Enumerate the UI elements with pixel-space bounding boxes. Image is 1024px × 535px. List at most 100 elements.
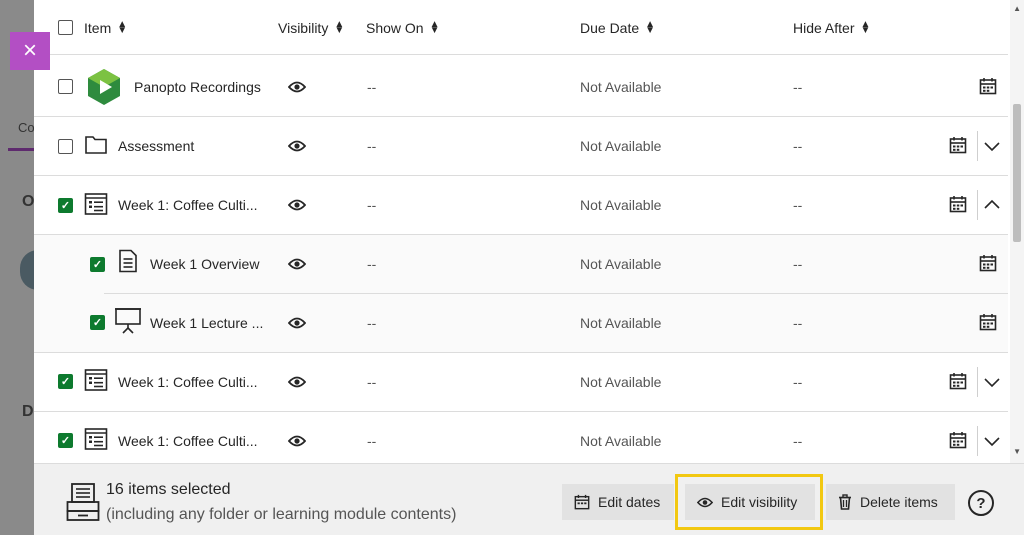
show-on-value: -- [367, 138, 377, 154]
hide-after-value: -- [793, 433, 803, 449]
due-date-value: Not Available [580, 374, 662, 390]
learning-module-icon [84, 369, 108, 391]
action-divider [977, 367, 978, 397]
show-on-value: -- [367, 374, 377, 390]
sort-icon: ▲ ▼ [645, 19, 656, 36]
row-checkbox[interactable]: ✓ [58, 374, 73, 389]
action-divider [977, 190, 978, 220]
learning-module-icon [84, 428, 108, 450]
row-checkbox[interactable]: ✓ [58, 198, 73, 213]
row-checkbox[interactable] [58, 79, 73, 94]
item-name[interactable]: Week 1 Overview [150, 256, 259, 272]
scroll-up-arrow-icon[interactable]: ▲ [1013, 4, 1021, 13]
table-header: Item ▲ ▼ Visibility ▲ ▼ Show On ▲ ▼ Due Dat… [34, 0, 1008, 55]
eye-icon[interactable] [288, 375, 306, 389]
highlight-box [675, 474, 823, 530]
selection-note: (including any folder or learning module… [106, 506, 457, 523]
calendar-icon[interactable] [949, 195, 967, 213]
due-date-value: Not Available [580, 315, 662, 331]
row-checkbox[interactable]: ✓ [58, 433, 73, 448]
content-table: Item ▲ ▼ Visibility ▲ ▼ Show On ▲ ▼ Due Dat… [34, 0, 1008, 463]
table-row: ✓ Week 1: Coffee Culti... -- Not Availab… [34, 353, 1008, 412]
column-header-due-date-label: Due Date [580, 20, 640, 36]
scrollbar-thumb[interactable] [1013, 104, 1021, 242]
eye-icon[interactable] [288, 257, 306, 271]
eye-icon[interactable] [288, 434, 306, 448]
calendar-icon[interactable] [949, 136, 967, 154]
scroll-down-arrow-icon[interactable]: ▼ [1013, 447, 1021, 456]
chevron-down-icon[interactable] [980, 370, 1004, 394]
chevron-down-icon[interactable] [980, 429, 1004, 453]
item-name[interactable]: Week 1: Coffee Culti... [118, 374, 258, 390]
table-row: Assessment -- Not Available -- [34, 117, 1008, 176]
row-checkbox[interactable]: ✓ [90, 257, 105, 272]
hide-after-value: -- [793, 197, 803, 213]
hide-after-value: -- [793, 138, 803, 154]
background-tab: Co [18, 120, 35, 135]
selected-items-icon [66, 483, 100, 521]
delete-items-button[interactable]: Delete items [826, 484, 955, 520]
column-header-hide-after-label: Hide After [793, 20, 855, 36]
close-button[interactable]: × [10, 32, 50, 70]
delete-items-label: Delete items [860, 494, 938, 510]
learning-module-icon [84, 193, 108, 215]
calendar-icon[interactable] [979, 254, 997, 272]
bulk-edit-panel: Item ▲ ▼ Visibility ▲ ▼ Show On ▲ ▼ Due Dat… [34, 0, 1024, 535]
hide-after-value: -- [793, 256, 803, 272]
sort-icon: ▲ ▼ [429, 19, 440, 36]
table-row: ✓ Week 1: Coffee Culti... -- Not Availab… [34, 176, 1008, 235]
show-on-value: -- [367, 79, 377, 95]
item-name[interactable]: Week 1: Coffee Culti... [118, 433, 258, 449]
show-on-value: -- [367, 315, 377, 331]
panopto-logo-icon [88, 69, 120, 105]
table-row: Panopto Recordings -- Not Available -- [34, 58, 1008, 117]
selection-count: 16 items selected [106, 481, 231, 498]
background-tab-underline [8, 148, 34, 151]
eye-icon[interactable] [288, 316, 306, 330]
sort-icon: ▲ ▼ [334, 19, 345, 36]
table-row-child: ✓ Week 1 Lecture ... -- Not Available -- [34, 294, 1008, 353]
due-date-value: Not Available [580, 433, 662, 449]
eye-icon[interactable] [288, 139, 306, 153]
row-checkbox[interactable]: ✓ [90, 315, 105, 330]
hide-after-value: -- [793, 79, 803, 95]
hide-after-value: -- [793, 315, 803, 331]
column-header-show-on-label: Show On [366, 20, 424, 36]
item-name[interactable]: Assessment [118, 138, 194, 154]
document-icon [119, 249, 137, 273]
trash-icon [839, 494, 851, 510]
calendar-icon[interactable] [979, 313, 997, 331]
hide-after-value: -- [793, 374, 803, 390]
sort-icon: ▲ ▼ [860, 19, 871, 36]
column-header-item[interactable]: Item ▲ ▼ [84, 19, 128, 37]
due-date-value: Not Available [580, 197, 662, 213]
select-all-checkbox[interactable] [58, 20, 73, 35]
column-header-due-date[interactable]: Due Date ▲ ▼ [580, 19, 656, 37]
due-date-value: Not Available [580, 256, 662, 272]
sort-icon: ▲ ▼ [117, 19, 128, 36]
folder-icon [85, 136, 107, 154]
calendar-icon[interactable] [979, 77, 997, 95]
item-name[interactable]: Week 1 Lecture ... [150, 315, 263, 331]
bulk-action-footer: 16 items selected (including any folder … [34, 463, 1024, 535]
item-name[interactable]: Panopto Recordings [134, 79, 261, 95]
table-row-child: ✓ Week 1 Overview -- Not Available -- [34, 235, 1008, 294]
chevron-down-icon[interactable] [980, 134, 1004, 158]
row-checkbox[interactable] [58, 139, 73, 154]
action-divider [977, 131, 978, 161]
calendar-icon[interactable] [949, 431, 967, 449]
show-on-value: -- [367, 197, 377, 213]
item-name[interactable]: Week 1: Coffee Culti... [118, 197, 258, 213]
help-button[interactable]: ? [968, 490, 994, 516]
show-on-value: -- [367, 433, 377, 449]
eye-icon[interactable] [288, 198, 306, 212]
edit-dates-button[interactable]: Edit dates [562, 484, 674, 520]
column-header-hide-after[interactable]: Hide After ▲ ▼ [793, 19, 871, 37]
due-date-value: Not Available [580, 138, 662, 154]
chevron-up-icon[interactable] [980, 193, 1004, 217]
column-header-show-on[interactable]: Show On ▲ ▼ [366, 19, 440, 37]
column-header-visibility[interactable]: Visibility ▲ ▼ [278, 19, 345, 37]
calendar-icon[interactable] [949, 372, 967, 390]
eye-icon[interactable] [288, 80, 306, 94]
vertical-scrollbar[interactable]: ▲ ▼ [1010, 0, 1024, 463]
